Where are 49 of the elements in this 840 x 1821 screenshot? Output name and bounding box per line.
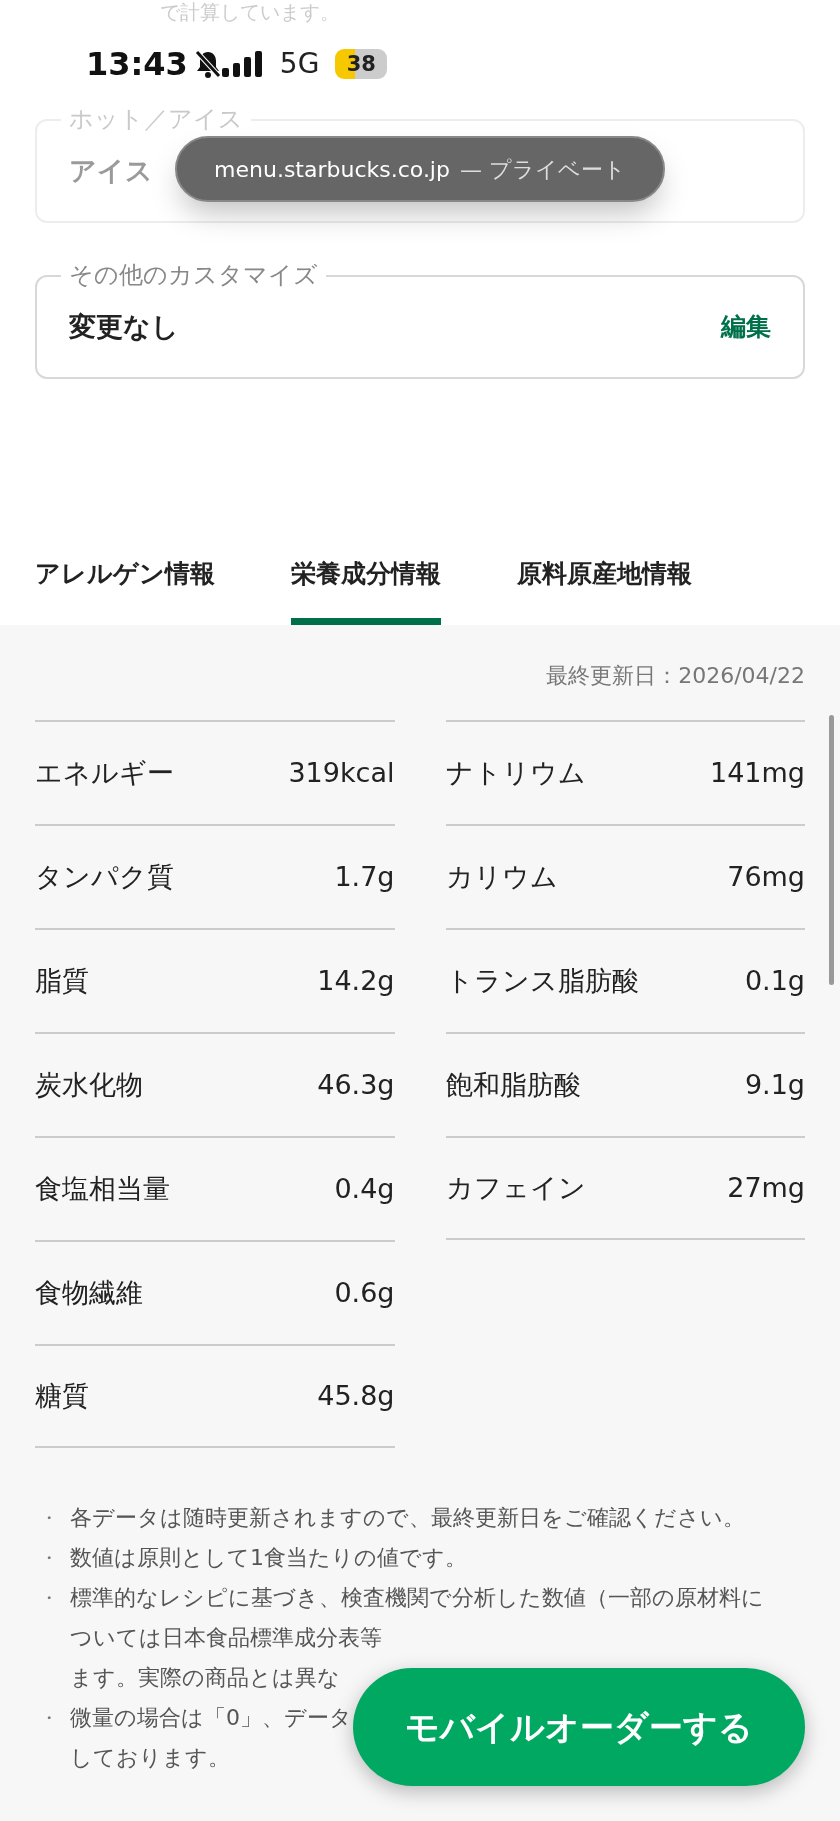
note-text: 各データは随時更新されますので、最終更新日をご確認ください。	[70, 1505, 745, 1530]
nutrient-value: 27mg	[727, 1170, 805, 1205]
nutrient-name: 食物繊維	[35, 1275, 143, 1310]
note-text: 数値は原則として1食当たりの値です。	[70, 1545, 467, 1570]
signal-icon	[221, 51, 264, 77]
nutrient-name: タンパク質	[35, 859, 174, 894]
nutrient-name: カリウム	[445, 859, 558, 894]
url-domain: menu.starbucks.co.jp	[214, 155, 450, 184]
tab[interactable]: アレルゲン情報	[35, 554, 215, 625]
select-field[interactable]: その他のカスタマイズ 変更なし 編集	[35, 258, 805, 379]
nutrient-name: カフェイン	[445, 1170, 586, 1205]
nutrient-name: ナトリウム	[445, 755, 586, 790]
nutrient-value: 1.7g	[334, 859, 395, 894]
edit-link[interactable]: 編集	[721, 308, 771, 346]
nutrient-name: 糖質	[35, 1378, 89, 1413]
note-text: しております。	[70, 1745, 230, 1770]
bullet-mark: ・	[40, 1706, 59, 1730]
note-text: ます。実際の商品とは異な	[70, 1665, 340, 1690]
network-label: 5G	[279, 46, 320, 82]
nutrient-value: 14.2g	[317, 963, 395, 998]
private-label: — プライベート	[459, 155, 626, 184]
nutrient-value: 319kcal	[288, 755, 395, 790]
nutrient-name: トランス脂肪酸	[445, 963, 639, 998]
nutrient-name: 脂質	[35, 963, 89, 998]
nutrient-value: 0.1g	[744, 963, 805, 998]
field-value: 変更なし	[69, 309, 179, 344]
nutrient-value: 45.8g	[317, 1378, 395, 1413]
nutrient-value: 0.4g	[334, 1171, 395, 1206]
clock-time: 13:43	[86, 44, 188, 85]
bullet-mark: ・	[40, 1586, 59, 1610]
note-text: 標準的なレシピに基づき、検査機関で分析した数値（一部の原材料に	[70, 1585, 764, 1610]
nutrient-value: 0.6g	[334, 1275, 395, 1310]
tab[interactable]: 原料原産地情報	[517, 554, 692, 625]
nutrient-value: 46.3g	[317, 1067, 395, 1102]
field-legend: その他のカスタマイズ	[61, 260, 326, 290]
nutrient-value: 9.1g	[744, 1067, 805, 1102]
note-text: ついては日本食品標準成分表等	[70, 1625, 382, 1650]
note-text: 微量の場合は「0」、データ	[70, 1705, 352, 1730]
nutrient-name: 食塩相当量	[35, 1171, 170, 1206]
bullet-mark: ・	[40, 1546, 59, 1570]
nutrient-name: 炭水化物	[35, 1067, 143, 1102]
tab[interactable]: 栄養成分情報	[291, 554, 441, 625]
nutrient-name: 飽和脂肪酸	[445, 1067, 581, 1102]
nutrient-value: 76mg	[727, 859, 805, 894]
nutrient-name: エネルギー	[35, 755, 174, 790]
bullet-mark: ・	[40, 1506, 59, 1530]
field-value: アイス	[69, 153, 153, 188]
nutrient-value: 141mg	[710, 755, 805, 790]
last-updated-date: 最終更新日：2026/04/22	[546, 663, 805, 688]
